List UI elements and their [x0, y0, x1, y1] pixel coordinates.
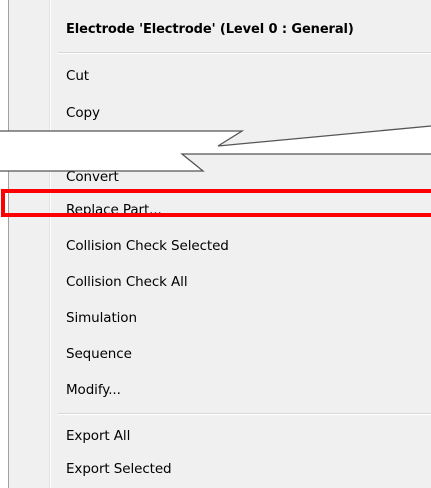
tear-gap-graphic [0, 125, 431, 172]
highlight-box [1, 189, 431, 217]
